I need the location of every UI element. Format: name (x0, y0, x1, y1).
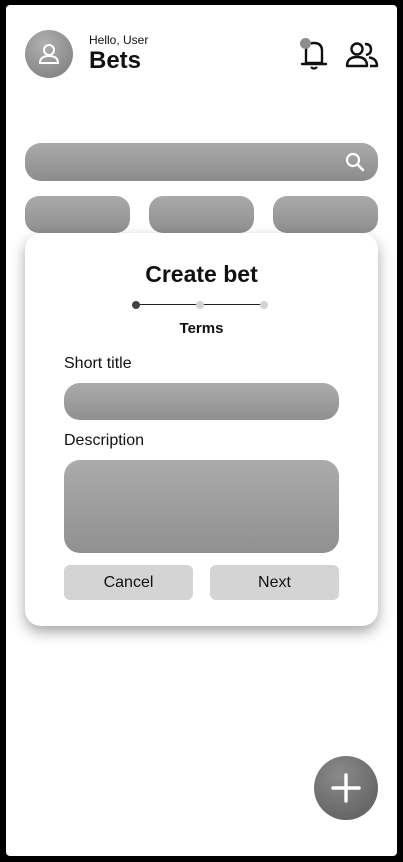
notifications-button[interactable] (298, 38, 328, 72)
step-connector (202, 304, 264, 305)
friends-button[interactable] (345, 41, 379, 69)
next-button[interactable]: Next (210, 565, 339, 600)
short-title-input[interactable] (64, 383, 339, 420)
filter-chip-2[interactable] (149, 196, 254, 233)
cancel-button[interactable]: Cancel (64, 565, 193, 600)
add-bet-button[interactable] (314, 756, 378, 820)
friends-icon (345, 42, 379, 68)
page-title: Bets (89, 47, 142, 74)
greeting-text: Hello, User (89, 33, 149, 47)
filter-chip-3[interactable] (273, 196, 378, 233)
step-dot-active (132, 301, 140, 309)
step-label: Terms (179, 320, 224, 337)
step-connector (137, 304, 199, 305)
step-indicator (132, 300, 268, 310)
plus-icon (331, 773, 361, 803)
filter-chip-1[interactable] (25, 196, 130, 233)
search-bar[interactable] (25, 143, 378, 181)
short-title-label: Short title (64, 355, 132, 372)
step-dot (260, 301, 268, 309)
dialog-title: Create bet (145, 261, 258, 287)
description-label: Description (64, 432, 145, 449)
user-icon (38, 44, 60, 64)
create-bet-dialog: Create bet Terms Short title Description… (25, 233, 378, 626)
app-screen: Hello, User Bets Create bet Terms Short … (6, 5, 397, 856)
notification-badge (300, 38, 311, 49)
search-icon[interactable] (344, 151, 366, 173)
step-dot (196, 301, 204, 309)
description-textarea[interactable] (64, 460, 339, 553)
user-avatar[interactable] (25, 30, 73, 78)
